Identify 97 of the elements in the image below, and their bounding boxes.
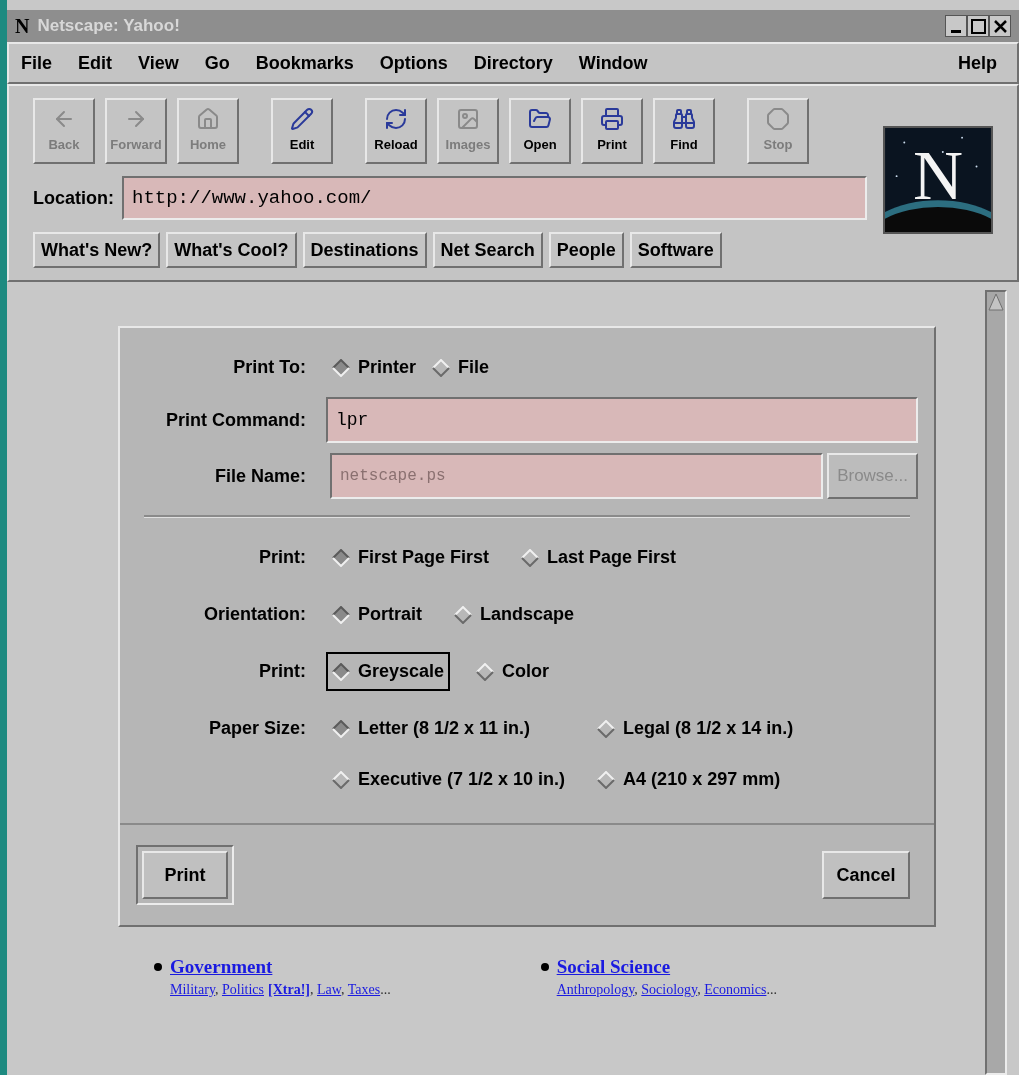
radio-button[interactable] [332,662,350,681]
radio-option[interactable]: First Page First [326,538,496,577]
print-command-field[interactable]: lpr [326,397,918,443]
subcategory-link[interactable]: Law [317,981,341,997]
radio-label: Landscape [480,603,575,626]
radio-option[interactable]: Printer [326,348,423,387]
subcategory-link[interactable]: Sociology [641,981,698,997]
field-label: Print Command: [166,409,306,430]
subcategory-link[interactable]: Anthropology [556,981,635,997]
subcategory-link[interactable]: [Xtra!] [268,981,310,997]
location-label: Location: [33,186,114,210]
radio-button[interactable] [332,719,350,738]
cancel-button[interactable]: Cancel [822,851,910,899]
directory-button[interactable]: Software [629,232,722,268]
menu-item[interactable]: Go [204,49,230,77]
scroll-up-icon[interactable] [987,292,1005,312]
field-label: File Name: [214,465,306,486]
radio-label: Executive (7 1/2 x 10 in.) [358,768,566,791]
menu-item[interactable]: Window [578,49,648,77]
maximize-icon[interactable] [967,15,989,37]
category-link[interactable]: Government [170,955,391,979]
subcategory-link[interactable]: Military [170,981,215,997]
binoculars-icon [672,107,696,132]
window-title: Netscape: Yahoo! [37,15,180,38]
directory-button[interactable]: People [548,232,624,268]
directory-button[interactable]: What's Cool? [166,232,297,268]
stop-icon [766,107,790,132]
printer-icon [600,107,624,132]
subcategory-line: Military, Politics [Xtra!], Law, Taxes... [170,980,391,999]
directory-button[interactable]: What's New? [33,232,161,268]
radio-button[interactable] [476,662,495,681]
image-icon [456,107,480,132]
directory-button[interactable]: Net Search [432,232,543,268]
radio-label: A4 (210 x 297 mm) [623,768,781,791]
menu-item[interactable]: Options [379,49,448,77]
subcategory-link[interactable]: Economics [704,981,767,997]
minimize-icon[interactable] [945,15,967,37]
focused-radio-option[interactable]: Greyscale [326,652,451,691]
radio-label: Letter (8 1/2 x 11 in.) [358,717,531,740]
radio-button[interactable] [432,358,451,377]
bullet-icon [540,963,549,971]
toolbar-button[interactable]: Open [509,98,571,164]
radio-button[interactable] [597,719,616,738]
bullet-icon [154,963,162,971]
radio-option[interactable]: Color [470,652,556,691]
toolbar-button[interactable]: Find [653,98,715,164]
menu-item[interactable]: Edit [78,49,112,77]
radio-button[interactable] [454,605,472,624]
pencil-icon [290,107,314,132]
radio-option[interactable]: Landscape [448,595,581,634]
field-label: Print: [259,547,306,567]
radio-option[interactable]: Last Page First [515,538,683,577]
field-label: Paper Size: [208,718,306,738]
radio-button[interactable] [332,605,350,624]
field-label: Print: [259,661,306,681]
radio-label: Legal (8 1/2 x 14 in.) [623,717,794,740]
radio-option[interactable]: A4 (210 x 297 mm) [591,760,800,799]
radio-button[interactable] [521,548,540,567]
radio-button[interactable] [332,770,350,789]
radio-label: File [458,356,490,379]
radio-label: First Page First [358,546,490,569]
radio-option[interactable]: Portrait [326,595,428,634]
toolbar-button[interactable]: Print [581,98,643,164]
logo: N [883,126,993,234]
menu-item[interactable]: Directory [473,49,553,77]
radio-label: Greyscale [358,660,445,683]
radio-label: Portrait [358,603,422,626]
menu-item[interactable]: File [21,49,52,77]
radio-option[interactable]: Executive (7 1/2 x 10 in.) [326,760,572,799]
menu-item[interactable]: Bookmarks [255,49,354,77]
reload-icon [384,107,408,132]
print-button[interactable]: Print [142,851,228,899]
directory-button[interactable]: Destinations [302,232,427,268]
radio-label: Color [502,660,550,683]
subcategory-link[interactable]: Politics [222,981,264,997]
app-icon: N [15,16,30,36]
menu-item[interactable]: Help [958,49,1005,77]
radio-option[interactable]: Letter (8 1/2 x 11 in.) [326,709,572,748]
field-label: Orientation: [204,604,306,624]
radio-option[interactable]: File [426,348,496,387]
radio-label: Printer [358,356,417,379]
radio-label: Last Page First [547,546,677,569]
category-link[interactable]: Social Science [556,955,777,979]
subcategory-link[interactable]: Taxes [347,981,381,997]
radio-button[interactable] [597,770,616,789]
scrollbar[interactable] [985,290,1007,1075]
menu-item[interactable]: View [138,49,179,77]
radio-button[interactable] [332,358,350,377]
radio-option[interactable]: Legal (8 1/2 x 14 in.) [591,709,800,748]
toolbar-button[interactable]: Edit [271,98,333,164]
location-field[interactable]: http://www.yahoo.com/ [122,176,867,220]
house-icon [196,107,220,132]
radio-button[interactable] [332,548,350,567]
field-label: Print To: [233,357,306,377]
close-icon[interactable] [989,15,1011,37]
toolbar-button[interactable]: Reload [365,98,427,164]
subcategory-line: Anthropology, Sociology, Economics... [556,980,777,999]
